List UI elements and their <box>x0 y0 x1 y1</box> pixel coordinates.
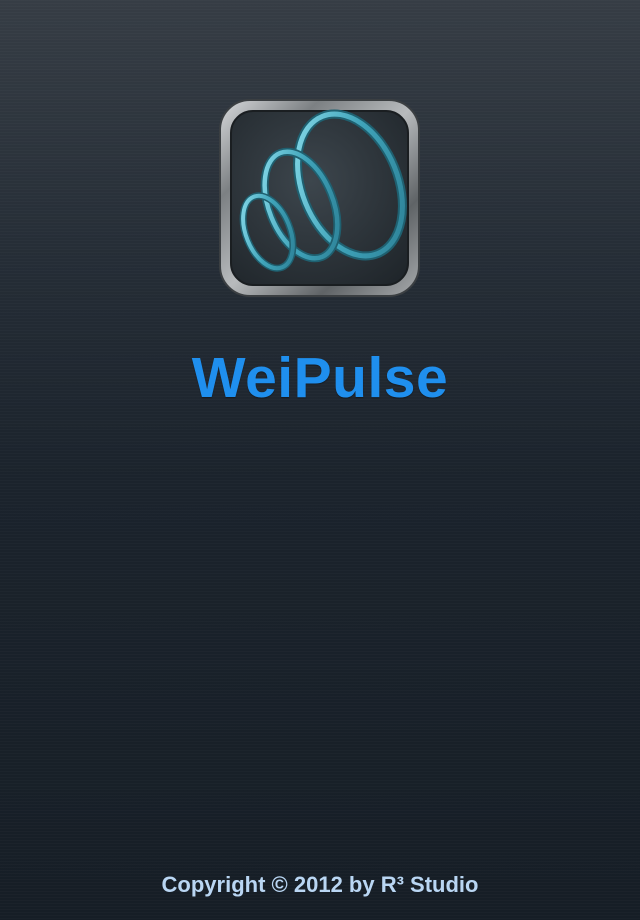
app-logo-icon <box>219 99 420 297</box>
copyright-text: Copyright © 2012 by R³ Studio <box>161 872 479 897</box>
app-title: WeiPulse <box>191 346 449 410</box>
